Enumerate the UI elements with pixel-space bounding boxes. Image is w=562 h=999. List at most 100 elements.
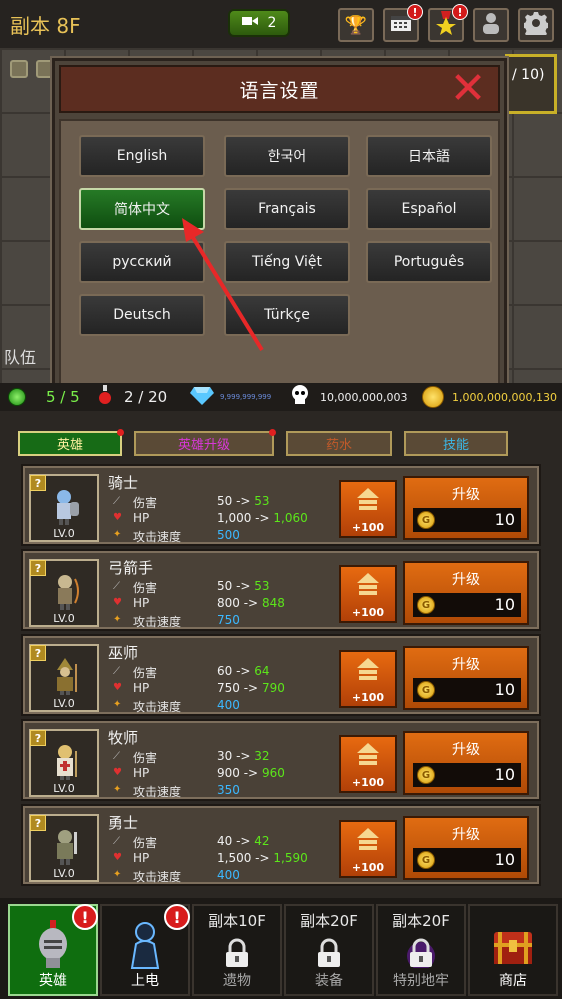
- language-option-simplified-chinese[interactable]: 简体中文: [79, 188, 205, 230]
- gold-coin-icon: [422, 386, 444, 408]
- potion-count: 2 / 20: [124, 388, 168, 406]
- tab-label: 英雄升级: [177, 438, 230, 453]
- language-option-french[interactable]: Français: [224, 188, 350, 230]
- language-label: русский: [112, 254, 172, 270]
- nav-heroes[interactable]: ! 英雄: [8, 904, 98, 996]
- language-option-portuguese[interactable]: Português: [366, 241, 492, 283]
- upgrade-button[interactable]: 升级 G 10: [403, 731, 529, 795]
- trophy-button[interactable]: 🏆: [338, 8, 374, 42]
- speed-label: 攻击速度: [133, 785, 182, 799]
- sword-icon: ⟋: [113, 581, 120, 592]
- heart-icon: ♥: [113, 767, 122, 778]
- upgrade-button[interactable]: 升级 G 10: [403, 816, 529, 880]
- gem-stat: 5 / 5: [8, 383, 80, 411]
- floor-title: 副本 8F: [10, 14, 81, 38]
- hp-label: HP: [133, 851, 150, 865]
- plus-label: +100: [351, 776, 385, 789]
- ticket-counter[interactable]: 2: [228, 9, 290, 37]
- hp-label: HP: [133, 511, 150, 525]
- upgrade-cost: G 10: [413, 848, 521, 872]
- upgrade-button[interactable]: 升级 G 10: [403, 646, 529, 710]
- speed-value: 750: [217, 613, 240, 627]
- profile-button[interactable]: [473, 8, 509, 42]
- treasure-chest-icon: [494, 932, 532, 964]
- hero-portrait[interactable]: ? LV.0: [29, 474, 99, 542]
- language-option-turkish[interactable]: Türkçe: [224, 294, 350, 336]
- cost-value: 10: [494, 595, 515, 614]
- diamond-count: 9,999,999,999: [220, 393, 272, 401]
- hero-level: LV.0: [53, 782, 75, 795]
- coin-slot-icon: [10, 60, 28, 78]
- nav-equipment[interactable]: 副本20F 装备: [284, 904, 374, 996]
- plus-100-button[interactable]: +100: [339, 650, 397, 708]
- hero-portrait[interactable]: ? LV.0: [29, 814, 99, 882]
- nav-unlock-floor: 副本20F: [392, 912, 450, 930]
- sword-icon: ⟋: [113, 751, 120, 762]
- tab-alert-dot: [117, 429, 124, 436]
- close-x-icon: ✕: [449, 63, 487, 114]
- language-label: English: [116, 148, 168, 164]
- nav-power[interactable]: ! 上电: [100, 904, 190, 996]
- tab-skills[interactable]: 技能: [404, 431, 508, 456]
- tab-potions[interactable]: 药水: [286, 431, 392, 456]
- language-option-japanese[interactable]: 日本語: [366, 135, 492, 177]
- speed-value: 350: [217, 783, 240, 797]
- plus-label: +100: [351, 606, 385, 619]
- diamond-icon: [190, 385, 214, 409]
- attack-speed-icon: ✦: [113, 869, 122, 880]
- calendar-button[interactable]: !: [383, 4, 423, 42]
- settings-button[interactable]: [518, 8, 554, 42]
- nav-label: 装备: [315, 973, 343, 989]
- upgrade-button[interactable]: 升级 G 10: [403, 561, 529, 625]
- upgrade-label: 升级: [452, 827, 480, 843]
- attack-speed-icon: ✦: [113, 529, 122, 540]
- ghost-figure-icon: [130, 922, 160, 969]
- damage-next: 53: [254, 579, 270, 593]
- red-potion-icon: [98, 385, 112, 409]
- nav-relics[interactable]: 副本10F 遗物: [192, 904, 282, 996]
- hero-portrait[interactable]: ? LV.0: [29, 729, 99, 797]
- hp-next: 1,590: [273, 851, 308, 865]
- language-option-spanish[interactable]: Español: [366, 188, 492, 230]
- upgrade-button[interactable]: 升级 G 10: [403, 476, 529, 540]
- achievement-button[interactable]: !: [428, 4, 468, 42]
- upgrade-label: 升级: [452, 742, 480, 758]
- gold-stat: 1,000,000,000,130: [422, 383, 557, 411]
- damage-value: 50 -> 53: [217, 579, 270, 593]
- plus-100-button[interactable]: +100: [339, 480, 397, 538]
- cost-value: 10: [494, 850, 515, 869]
- hero-name: 牧师: [108, 729, 139, 747]
- upgrade-label: 升级: [452, 572, 480, 588]
- close-button[interactable]: ✕: [448, 67, 488, 111]
- cost-value: 10: [494, 765, 515, 784]
- attack-speed-icon: ✦: [113, 784, 122, 795]
- language-label: 한국어: [267, 149, 307, 165]
- party-button[interactable]: 队伍: [4, 344, 36, 368]
- skull-icon: [290, 385, 310, 409]
- plus-100-button[interactable]: +100: [339, 565, 397, 623]
- nav-shop[interactable]: 商店: [468, 904, 558, 996]
- video-camera-icon: [241, 15, 258, 31]
- hero-name: 骑士: [108, 474, 139, 492]
- damage-label: 伤害: [133, 666, 158, 680]
- language-option-german[interactable]: Deutsch: [79, 294, 205, 336]
- hero-portrait[interactable]: ? LV.0: [29, 559, 99, 627]
- wizard-sprite-icon: [57, 658, 77, 695]
- hero-portrait[interactable]: ? LV.0: [29, 644, 99, 712]
- language-option-russian[interactable]: русский: [79, 241, 205, 283]
- plus-100-button[interactable]: +100: [339, 820, 397, 878]
- hero-row-priest: ? LV.0 牧师 ⟋ 伤害 30 -> 32 ♥ HP 900 -> 960 …: [21, 719, 541, 801]
- nav-special-dungeon[interactable]: 副本20F 特别地牢: [376, 904, 466, 996]
- tab-hero-upgrade[interactable]: 英雄升级: [134, 429, 276, 456]
- party-label: 队伍: [4, 348, 37, 367]
- plus-100-button[interactable]: +100: [339, 735, 397, 793]
- archer-sprite-icon: [58, 575, 79, 610]
- language-option-english[interactable]: English: [79, 135, 205, 177]
- language-option-korean[interactable]: 한국어: [224, 135, 350, 177]
- hp-value: 800 -> 848: [217, 596, 285, 610]
- tab-heroes[interactable]: 英雄: [18, 429, 124, 456]
- calendar-alert-icon: !: [407, 4, 423, 20]
- nav-label: 英雄: [39, 973, 67, 989]
- hero-name: 巫师: [108, 644, 139, 662]
- language-option-vietnamese[interactable]: Tiếng Việt: [224, 241, 350, 283]
